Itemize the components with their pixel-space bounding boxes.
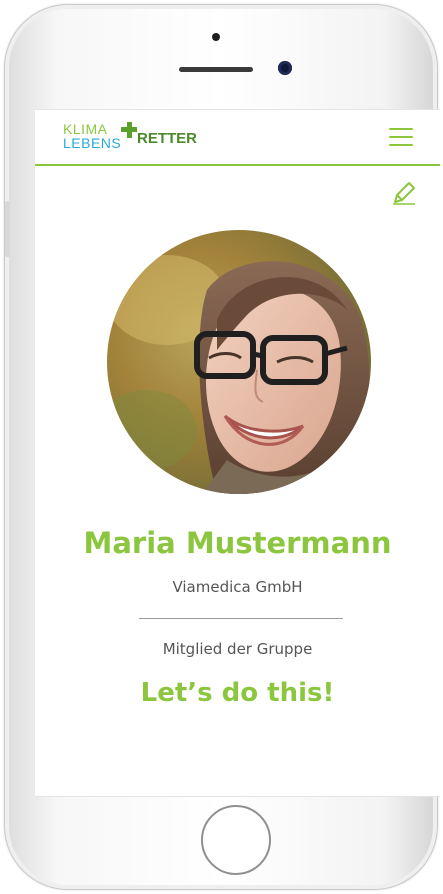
front-camera (278, 61, 292, 75)
pencil-icon[interactable] (391, 180, 417, 206)
logo-line-klima: KLIMA (63, 121, 108, 137)
volume-button (5, 201, 10, 257)
profile-name: Maria Mustermann (83, 526, 392, 560)
hamburger-icon[interactable] (389, 128, 413, 148)
divider (139, 618, 343, 619)
app-header: KLIMA LEBENS RETTER (35, 110, 440, 166)
proximity-sensor (212, 33, 220, 41)
logo-word-retter: RETTER (137, 130, 197, 147)
profile-photo (107, 230, 371, 494)
plus-icon (121, 122, 137, 138)
phone-frame: KLIMA LEBENS RETTER Maria Mustermann Via… (4, 4, 440, 890)
logo-line-lebens: LEBENS (63, 135, 122, 151)
earpiece-speaker (179, 67, 253, 72)
klima-lebensretter-logo[interactable]: KLIMA LEBENS RETTER (63, 122, 223, 158)
home-button[interactable] (201, 805, 271, 875)
group-name[interactable]: Let’s do this! (35, 678, 440, 708)
membership-label: Mitglied der Gruppe (162, 640, 313, 658)
app-screen: KLIMA LEBENS RETTER Maria Mustermann Via… (35, 109, 440, 797)
profile-company: Viamedica GmbH (172, 578, 303, 596)
